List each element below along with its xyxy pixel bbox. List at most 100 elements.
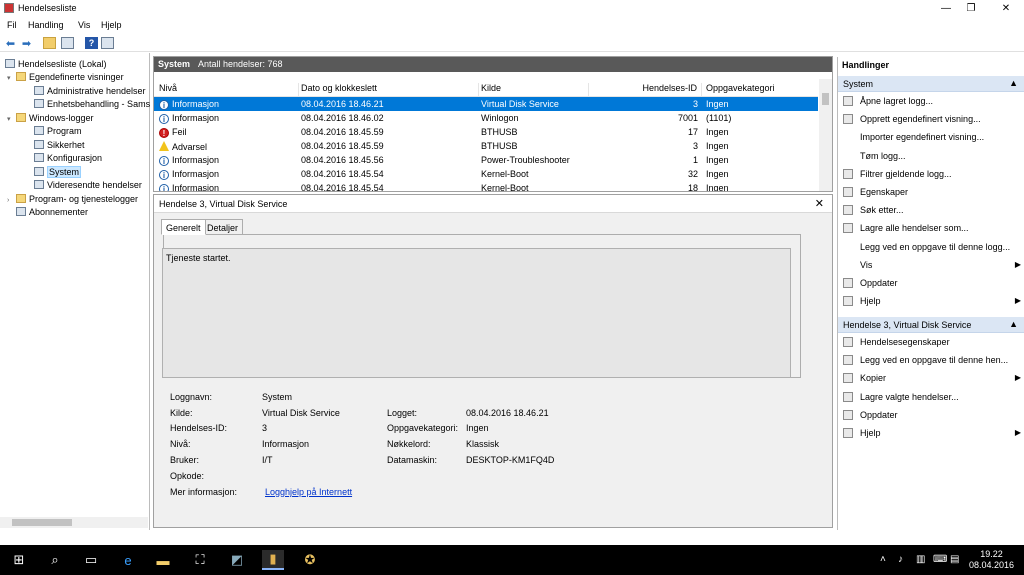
tab-general[interactable]: Generelt xyxy=(161,219,206,235)
back-icon[interactable]: ⬅ xyxy=(4,37,17,50)
tree-item-security[interactable]: Sikkerhet xyxy=(34,139,85,152)
action-item[interactable]: Kopier ▶ xyxy=(843,373,1021,387)
col-source[interactable]: Kilde xyxy=(481,83,589,97)
tree-item-forwarded[interactable]: Videresendte hendelser xyxy=(34,179,142,192)
action-item[interactable]: Tøm logg... xyxy=(843,151,1021,165)
volume-icon[interactable]: ♪ xyxy=(898,554,903,565)
action-item[interactable]: Hjelp ▶ xyxy=(843,428,1021,442)
tree-horizontal-scrollbar[interactable] xyxy=(0,517,148,528)
windows-start-icon[interactable]: ⊞ xyxy=(8,550,30,570)
store-icon[interactable]: ⛶ xyxy=(189,550,211,570)
action-item[interactable]: Lagre alle hendelser som... xyxy=(843,223,1021,237)
col-level[interactable]: Nivå xyxy=(159,83,299,97)
action-center-icon[interactable]: ▤ xyxy=(950,554,959,565)
filter-icon xyxy=(843,168,853,179)
services-icon[interactable]: ✪ xyxy=(299,550,321,570)
event-viewer-icon xyxy=(5,59,15,68)
event-row[interactable]: i Informasjon 08.04.2016 18.45.54 Kernel-Bo… xyxy=(154,181,818,191)
tree-item-windows-logs[interactable]: ▾ Windows-logger xyxy=(7,112,94,125)
event-row[interactable]: i Informasjon 08.04.2016 18.45.54 Kernel-Bo… xyxy=(154,167,818,181)
folder-up-icon[interactable] xyxy=(43,37,56,49)
event-row[interactable]: i Informasjon 08.04.2016 18.46.21 Virtual D… xyxy=(154,97,818,111)
action-item[interactable]: Legg ved en oppgave til denne hen... xyxy=(843,355,1021,369)
actions-section-system[interactable]: System ▲ xyxy=(838,76,1024,92)
action-item[interactable]: Lagre valgte hendelser... xyxy=(843,391,1021,406)
console-tree-icon[interactable] xyxy=(61,37,74,49)
action-item[interactable]: Filtrer gjeldende logg... xyxy=(843,168,1021,183)
task-view-icon[interactable]: ▭ xyxy=(80,550,102,570)
tree-item-app-service-logs[interactable]: › Program- og tjenestelogger xyxy=(7,193,138,206)
network-icon[interactable]: ▥ xyxy=(916,554,925,565)
action-item[interactable]: Hendelsesegenskaper xyxy=(843,337,1021,351)
label-source: Kilde: xyxy=(170,408,193,418)
tree-item-custom-views[interactable]: ▾ Egendefinerte visninger xyxy=(7,71,124,84)
action-item[interactable]: Åpne lagret logg... xyxy=(843,96,1021,110)
refresh-icon xyxy=(843,409,853,420)
blank-icon xyxy=(843,151,853,161)
tree-item-device-manager[interactable]: Enhetsbehandling - Sams xyxy=(34,98,150,111)
menu-fil[interactable]: Fil xyxy=(7,20,17,30)
action-item[interactable]: Legg ved en oppgave til denne logg... xyxy=(843,242,1021,256)
collapse-icon[interactable]: ▲ xyxy=(1009,319,1018,329)
cell-date: 08.04.2016 18.45.54 xyxy=(301,183,384,191)
col-task-category[interactable]: Oppgavekategori xyxy=(706,83,816,97)
more-info-link[interactable]: Logghjelp på Internett xyxy=(265,487,352,497)
cell-level: i Informasjon xyxy=(159,183,219,191)
event-row[interactable]: i Informasjon 08.04.2016 18.45.56 Power-Tro… xyxy=(154,153,818,167)
help-icon[interactable]: ? xyxy=(85,37,98,49)
chevron-right-icon[interactable]: › xyxy=(7,194,16,207)
keyboard-icon[interactable]: ⌨ xyxy=(933,554,947,565)
tree-item-configuration[interactable]: Konfigurasjon xyxy=(34,152,102,165)
collapse-icon[interactable]: ▲ xyxy=(1009,78,1018,88)
maximize-button[interactable]: ❐ xyxy=(955,0,987,17)
scrollbar-thumb[interactable] xyxy=(822,93,829,105)
properties-icon[interactable] xyxy=(101,37,114,49)
cell-text: 7001 xyxy=(677,113,698,123)
col-event-id[interactable]: Hendelses-ID xyxy=(591,83,702,97)
search-icon[interactable]: ⌕ xyxy=(44,550,66,570)
actions-section-event[interactable]: Hendelse 3, Virtual Disk Service ▲ xyxy=(838,317,1024,333)
folder-icon xyxy=(16,194,26,203)
events-vertical-scrollbar[interactable] xyxy=(819,79,832,191)
value-user: I/T xyxy=(262,455,273,465)
tree-item-root[interactable]: Hendelsesliste (Lokal) xyxy=(5,58,107,71)
chevron-down-icon[interactable]: ▾ xyxy=(7,113,16,126)
event-row[interactable]: i Informasjon 08.04.2016 18.46.02 Winlogon 7… xyxy=(154,111,818,125)
action-item[interactable]: Importer egendefinert visning... xyxy=(843,132,1021,146)
event-row[interactable]: Advarsel 08.04.2016 18.45.59 BTHUSB 3 Ingen xyxy=(154,139,818,153)
close-button[interactable]: ✕ xyxy=(990,0,1022,17)
chevron-up-icon[interactable]: ˄ xyxy=(880,554,886,565)
cell-date: 08.04.2016 18.46.02 xyxy=(301,113,384,123)
file-explorer-icon[interactable]: ▬ xyxy=(152,550,174,570)
value-computer: DESKTOP-KM1FQ4D xyxy=(466,455,555,465)
action-item[interactable]: Hjelp ▶ xyxy=(843,296,1021,310)
forward-icon[interactable]: ➡ xyxy=(20,37,33,50)
tree-item-program[interactable]: Program xyxy=(34,125,82,138)
col-date[interactable]: Dato og klokkeslett xyxy=(301,83,479,97)
action-item[interactable]: Vis ▶ xyxy=(843,260,1021,274)
title-bar: Hendelsesliste — ❐ ✕ xyxy=(0,0,1024,17)
menu-hjelp[interactable]: Hjelp xyxy=(101,20,122,30)
clock-date: 08.04.2016 xyxy=(968,560,1014,570)
tree-item-subscriptions[interactable]: Abonnementer xyxy=(16,206,88,219)
edge-icon[interactable]: e xyxy=(117,550,139,570)
close-icon[interactable]: ✕ xyxy=(815,197,824,210)
action-item[interactable]: Egenskaper xyxy=(843,187,1021,201)
scrollbar-thumb[interactable] xyxy=(12,519,72,526)
chevron-down-icon[interactable]: ▾ xyxy=(7,72,16,85)
event-row[interactable]: ! Feil 08.04.2016 18.45.59 BTHUSB 17 Ingen xyxy=(154,125,818,139)
menu-handling[interactable]: Handling xyxy=(28,20,64,30)
tree-item-system[interactable]: System xyxy=(34,166,82,179)
tree-item-administrative[interactable]: Administrative hendelser xyxy=(34,85,146,98)
action-item[interactable]: Oppdater xyxy=(843,278,1021,292)
action-item[interactable]: Oppdater xyxy=(843,409,1021,424)
computer-management-icon[interactable]: ◩ xyxy=(226,550,248,570)
tab-details[interactable]: Detaljer xyxy=(202,219,244,235)
clock[interactable]: 19.22 08.04.2016 xyxy=(969,549,1014,571)
action-item[interactable]: Opprett egendefinert visning... xyxy=(843,114,1021,128)
event-viewer-taskbar-icon[interactable]: ▮ xyxy=(262,550,284,570)
action-item[interactable]: Søk etter... xyxy=(843,205,1021,219)
menu-vis[interactable]: Vis xyxy=(78,20,90,30)
cell-text: Advarsel xyxy=(172,142,208,152)
more-info-link-text[interactable]: Logghjelp på Internett xyxy=(265,487,352,497)
